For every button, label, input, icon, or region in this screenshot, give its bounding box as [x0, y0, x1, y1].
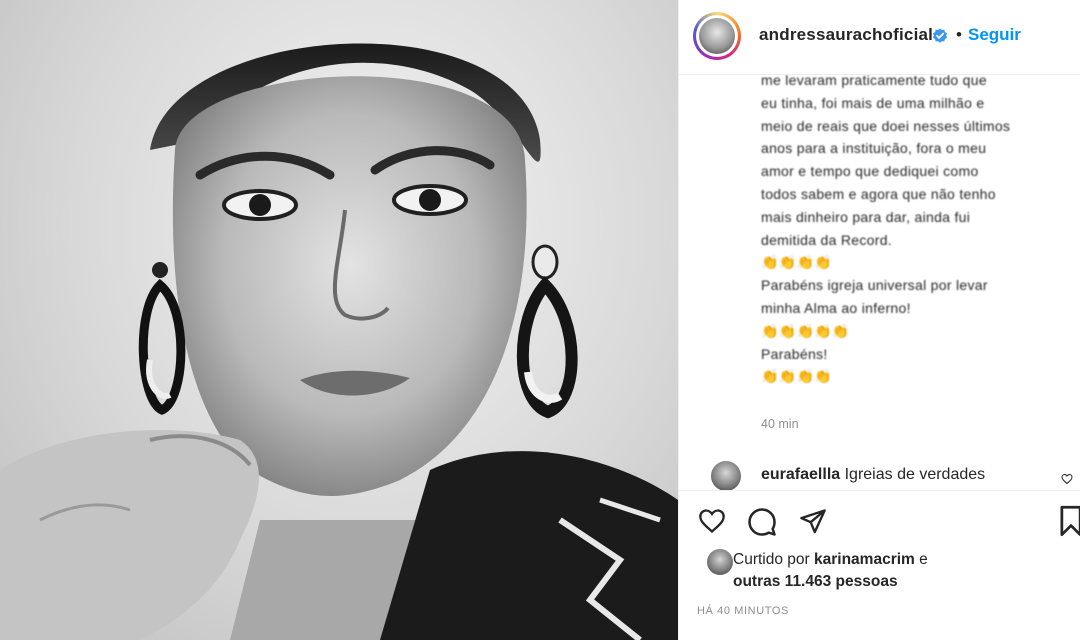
post-header: andressaurachoficial • Seguir: [679, 0, 1080, 75]
caption-line: todos sabem e agora que não tenho: [761, 185, 996, 202]
comment-text: eurafaellla Igreias de verdades: [761, 466, 985, 484]
avatar-image: [699, 18, 735, 54]
follow-button[interactable]: Seguir: [968, 25, 1021, 45]
comments-list[interactable]: me levaram praticamente tudo que eu tinh…: [679, 75, 1080, 490]
caption-line: minha Alma ao inferno!: [761, 299, 911, 316]
liked-by-prefix: Curtido por: [733, 551, 810, 568]
caption-line: demitida da Record.: [761, 231, 892, 248]
post-photo[interactable]: [0, 0, 678, 640]
post-side-panel: andressaurachoficial • Seguir me levaram…: [678, 0, 1080, 640]
caption-emoji-row: 👏👏👏👏: [761, 254, 832, 271]
likes-count-link[interactable]: outras 11.463 pessoas: [733, 573, 898, 590]
liker-username[interactable]: karinamacrim: [814, 551, 915, 568]
header-separator: •: [956, 25, 962, 44]
comment-like-icon[interactable]: [1061, 473, 1073, 485]
save-bookmark-icon[interactable]: [1059, 505, 1080, 537]
liked-by-and: e: [919, 551, 928, 568]
liker-avatar[interactable]: [707, 549, 733, 575]
caption-line: eu tinha, foi mais de uma milhão e: [761, 94, 985, 111]
post-caption: me levaram praticamente tudo que eu tinh…: [761, 75, 1051, 388]
comment-bubble-icon[interactable]: [747, 507, 777, 537]
profile-username[interactable]: andressaurachoficial: [759, 25, 933, 45]
caption-line: anos para a instituição, fora o meu: [761, 140, 987, 157]
caption-line: mais dinheiro para dar, ainda fui: [761, 208, 971, 225]
caption-line: meio de reais que doei nesses últimos: [761, 117, 1011, 134]
caption-timestamp[interactable]: 40 min: [761, 417, 799, 431]
share-send-icon[interactable]: [799, 507, 827, 535]
comment-body: Igreias de verdades: [844, 466, 986, 483]
like-heart-icon[interactable]: [697, 507, 727, 535]
caption-line: amor e tempo que dediquei como: [761, 163, 979, 180]
portrait-illustration: [0, 43, 678, 640]
post-timestamp[interactable]: HÁ 40 MINUTOS: [697, 605, 789, 617]
post-actions: Curtido por karinamacrim e outras 11.463…: [679, 490, 1080, 641]
profile-avatar[interactable]: [693, 12, 741, 60]
caption-line: me levaram praticamente tudo que: [761, 75, 987, 88]
caption-emoji-row: 👏👏👏👏: [761, 368, 832, 385]
commenter-avatar[interactable]: [711, 461, 741, 490]
caption-line: Parabéns!: [761, 345, 828, 362]
caption-line: Parabéns igreja universal por levar: [761, 277, 988, 294]
verified-badge-icon: [933, 28, 947, 43]
commenter-username[interactable]: eurafaellla: [761, 466, 840, 483]
liked-by-text: Curtido por karinamacrim e outras 11.463…: [733, 549, 1063, 593]
comment-item: eurafaellla Igreias de verdades: [693, 461, 1073, 490]
caption-emoji-row: 👏👏👏👏👏: [761, 322, 850, 339]
